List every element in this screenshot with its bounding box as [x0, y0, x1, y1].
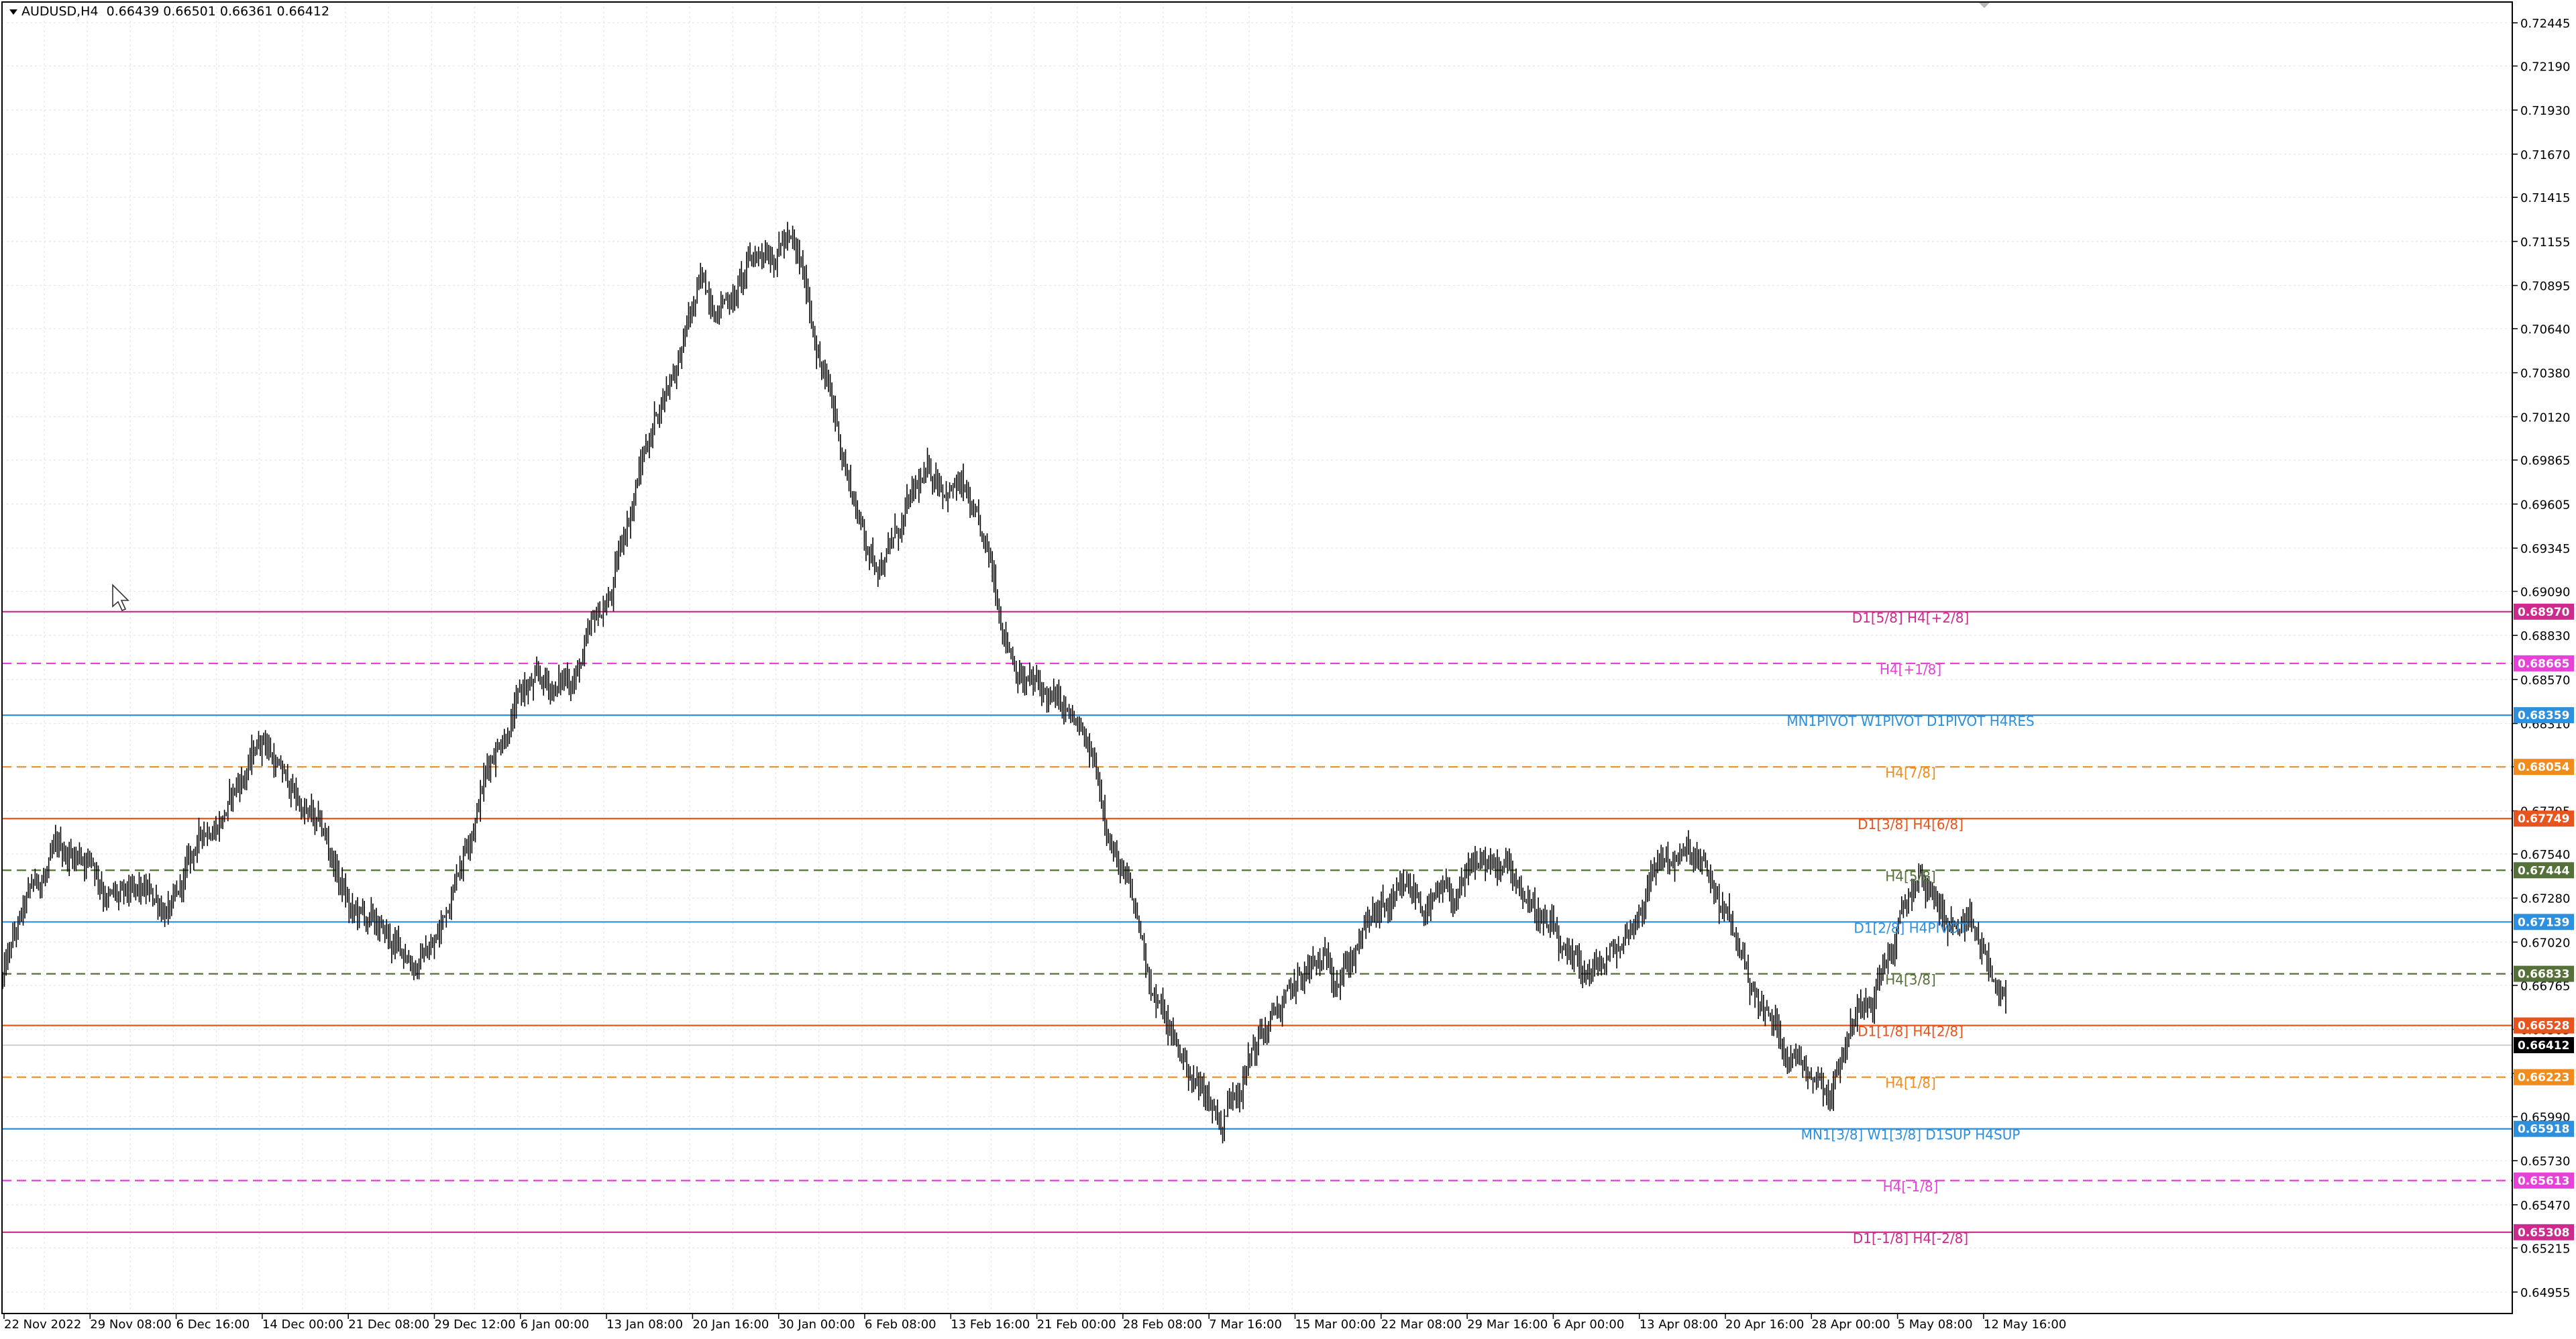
time-tick-label: 22 Nov 2022	[4, 1318, 81, 1332]
price-tick-label: 0.70895	[2520, 280, 2570, 294]
price-badge-label: 0.67139	[2518, 916, 2569, 929]
time-tick-label: 13 Feb 16:00	[951, 1318, 1030, 1332]
price-tick-label: 0.68830	[2520, 629, 2570, 643]
price-tick-label: 0.65730	[2520, 1155, 2570, 1169]
chart-window[interactable]: D1[5/8] H4[+2/8] H4[+1/8] MN1PIVOT W1PIVOT…	[0, 0, 2576, 1339]
level-label: H4[3/8]	[1885, 972, 1936, 988]
time-tick-label: 5 May 08:00	[1898, 1318, 1973, 1332]
time-tick-label: 29 Mar 16:00	[1467, 1318, 1548, 1332]
price-tick-label: 0.67280	[2520, 892, 2570, 906]
time-tick-label: 22 Mar 08:00	[1381, 1318, 1462, 1332]
time-tick-label: 28 Apr 00:00	[1811, 1318, 1890, 1332]
time-tick-label: 14 Dec 00:00	[262, 1318, 343, 1332]
time-tick-label: 21 Dec 08:00	[348, 1318, 429, 1332]
dropdown-triangle-icon[interactable]	[9, 9, 17, 15]
level-label: H4[+1/8]	[1880, 661, 1941, 678]
time-tick-label: 21 Feb 00:00	[1037, 1318, 1116, 1332]
time-tick-label: 29 Nov 08:00	[90, 1318, 171, 1332]
price-tick-label: 0.71155	[2520, 235, 2570, 250]
price-tick-label: 0.65215	[2520, 1242, 2570, 1256]
price-tick-label: 0.70380	[2520, 367, 2570, 381]
level-label: H4[5/8]	[1885, 868, 1936, 884]
level-label: D1[-1/8] H4[-2/8]	[1853, 1230, 1968, 1246]
time-tick-label: 6 Apr 00:00	[1553, 1318, 1624, 1332]
time-tick-label: 7 Mar 16:00	[1209, 1318, 1282, 1332]
level-label: D1[2/8] H4PIVOT	[1854, 920, 1968, 936]
time-tick-label: 30 Jan 00:00	[779, 1318, 855, 1332]
price-tick-label: 0.67020	[2520, 936, 2570, 950]
price-tick-label: 0.72190	[2520, 60, 2570, 74]
price-tick-label: 0.65470	[2520, 1199, 2570, 1213]
price-tick-label: 0.70640	[2520, 323, 2570, 337]
price-badge-label: 0.68665	[2518, 657, 2569, 671]
price-tick-label: 0.69090	[2520, 585, 2570, 599]
current-price-label: 0.66412	[2518, 1039, 2569, 1053]
time-tick-label: 12 May 16:00	[1984, 1318, 2066, 1332]
price-tick-label: 0.72445	[2520, 17, 2570, 31]
time-tick-label: 20 Apr 16:00	[1725, 1318, 1804, 1332]
price-tick-label: 0.70120	[2520, 411, 2570, 425]
price-tick-label: 0.69865	[2520, 454, 2570, 468]
price-badge-label: 0.68970	[2518, 606, 2570, 619]
price-tick-label: 0.64955	[2520, 1286, 2570, 1300]
price-badge-label: 0.66528	[2518, 1020, 2569, 1033]
price-tick-label: 0.69605	[2520, 498, 2570, 512]
time-tick-label: 13 Jan 08:00	[606, 1318, 683, 1332]
price-tick-label: 0.71415	[2520, 191, 2570, 205]
price-badge-label: 0.65918	[2518, 1123, 2569, 1136]
chart-canvas[interactable]: D1[5/8] H4[+2/8] H4[+1/8] MN1PIVOT W1PIVOT…	[0, 0, 2576, 1339]
time-tick-label: 13 Apr 08:00	[1640, 1318, 1718, 1332]
level-label: MN1[3/8] W1[3/8] D1SUP H4SUP	[1801, 1127, 2021, 1143]
level-label: H4[1/8]	[1885, 1075, 1936, 1091]
time-tick-label: 6 Feb 08:00	[865, 1318, 936, 1332]
time-tick-label: 6 Dec 16:00	[176, 1318, 250, 1332]
time-tick-label: 29 Dec 12:00	[435, 1318, 516, 1332]
price-tick-label: 0.71670	[2520, 148, 2570, 162]
price-badge-label: 0.67444	[2518, 864, 2570, 877]
price-tick-label: 0.68570	[2520, 674, 2570, 688]
time-tick-label: 20 Jan 16:00	[692, 1318, 769, 1332]
symbol-title: AUDUSD,H4 0.66439 0.66501 0.66361 0.6641…	[9, 4, 329, 19]
price-tick-label: 0.71930	[2520, 104, 2570, 118]
price-badge-label: 0.65308	[2518, 1226, 2569, 1240]
price-badge-label: 0.68359	[2518, 709, 2569, 722]
price-badge-label: 0.67749	[2518, 812, 2569, 826]
level-label: MN1PIVOT W1PIVOT D1PIVOT H4RES	[1786, 713, 2034, 729]
level-label: D1[5/8] H4[+2/8]	[1852, 610, 1970, 626]
symbol-label: AUDUSD,H4	[21, 4, 99, 19]
ohlc-values: 0.66439 0.66501 0.66361 0.66412	[106, 4, 330, 19]
time-tick-label: 28 Feb 08:00	[1123, 1318, 1202, 1332]
level-label: D1[1/8] H4[2/8]	[1858, 1024, 1964, 1040]
time-tick-label: 6 Jan 00:00	[521, 1318, 590, 1332]
price-badge-label: 0.65613	[2518, 1175, 2569, 1188]
price-tick-label: 0.67540	[2520, 848, 2570, 862]
level-label: H4[-1/8]	[1883, 1179, 1939, 1195]
price-badge-label: 0.68054	[2518, 761, 2570, 774]
time-tick-label: 15 Mar 00:00	[1295, 1318, 1376, 1332]
price-tick-label: 0.69345	[2520, 542, 2570, 556]
level-label: H4[7/8]	[1885, 765, 1936, 781]
price-badge-label: 0.66223	[2518, 1071, 2569, 1085]
price-badge-label: 0.66833	[2518, 968, 2569, 981]
level-label: D1[3/8] H4[6/8]	[1858, 816, 1964, 833]
